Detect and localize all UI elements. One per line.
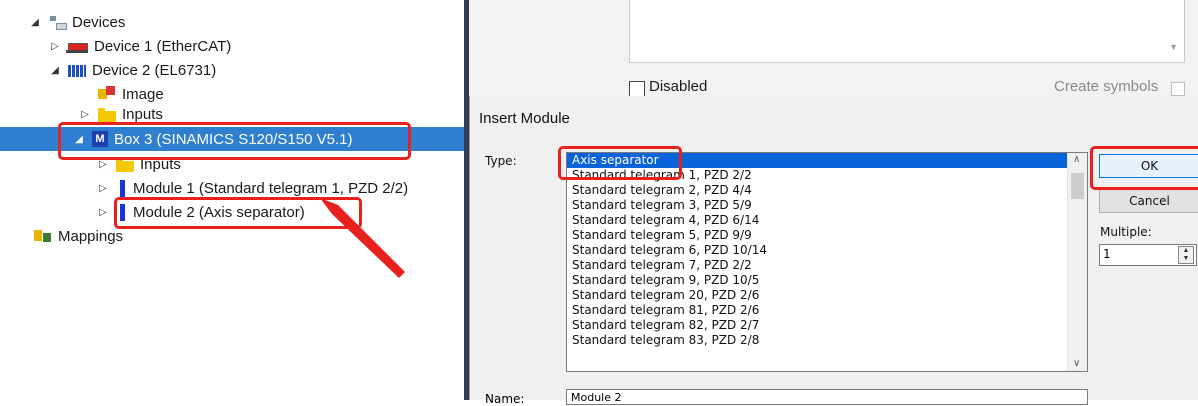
- module-icon: [120, 179, 125, 197]
- tree-item-inputs[interactable]: ▷ Inputs: [78, 105, 163, 123]
- name-field[interactable]: Module 2: [566, 389, 1088, 405]
- scroll-down-icon[interactable]: ∨: [1073, 358, 1080, 369]
- mappings-icon: [34, 228, 52, 244]
- list-option[interactable]: Standard telegram 4, PZD 6/14: [567, 213, 1067, 228]
- multiple-value[interactable]: 1: [1103, 247, 1111, 261]
- devices-icon: [48, 14, 67, 30]
- list-option[interactable]: Standard telegram 7, PZD 2/2: [567, 258, 1067, 273]
- stepper-arrows-icon[interactable]: ▲ ▼: [1178, 246, 1194, 264]
- box-icon: M: [92, 131, 108, 147]
- collapse-arrow-icon[interactable]: ◢: [28, 17, 42, 28]
- profibus-device-icon: [68, 65, 86, 77]
- scrollbar-thumb[interactable]: [1071, 173, 1084, 199]
- tree-item-module2[interactable]: ▷ Module 2 (Axis separator): [96, 201, 305, 223]
- module-type-listbox[interactable]: Axis separator Standard telegram 1, PZD 2…: [566, 152, 1088, 372]
- module-icon: [120, 203, 125, 221]
- name-value[interactable]: Module 2: [571, 391, 622, 404]
- scroll-down-icon[interactable]: ▼: [1169, 42, 1178, 52]
- solution-tree: ◢ Devices ▷ Device 1 (EtherCAT) ◢ Device…: [0, 0, 464, 400]
- properties-panel: ▼ Disabled Create symbols: [469, 0, 1198, 97]
- cancel-button[interactable]: Cancel: [1099, 189, 1198, 213]
- folder-icon: [98, 107, 116, 122]
- tree-item-label: Module 1 (Standard telegram 1, PZD 2/2): [133, 179, 409, 197]
- module-type-options: Axis separator Standard telegram 1, PZD 2…: [567, 153, 1067, 348]
- tree-item-device2[interactable]: ◢ Device 2 (EL6731): [48, 59, 216, 81]
- tree-item-label: Image: [122, 85, 164, 103]
- type-label: Type:: [485, 154, 517, 168]
- comment-textarea[interactable]: ▼: [629, 0, 1185, 63]
- collapse-arrow-icon[interactable]: ◢: [48, 65, 62, 76]
- list-option[interactable]: Standard telegram 83, PZD 2/8: [567, 333, 1067, 348]
- tree-item-label: Mappings: [58, 227, 124, 245]
- ethercat-device-icon: [66, 43, 88, 53]
- image-icon: [98, 86, 116, 102]
- expand-arrow-icon[interactable]: ▷: [96, 183, 110, 194]
- tree-item-label: Inputs: [122, 105, 163, 123]
- tree-item-label: Inputs: [140, 155, 181, 173]
- tree-item-label: Device 1 (EtherCAT): [94, 37, 232, 55]
- list-option[interactable]: Standard telegram 3, PZD 5/9: [567, 198, 1067, 213]
- list-option[interactable]: Standard telegram 81, PZD 2/6: [567, 303, 1067, 318]
- ok-button[interactable]: OK: [1099, 154, 1198, 178]
- list-option[interactable]: Standard telegram 82, PZD 2/7: [567, 318, 1067, 333]
- insert-module-dialog: Insert Module Type: Axis separator Standa…: [469, 96, 1198, 406]
- disabled-checkbox[interactable]: [629, 81, 645, 97]
- name-label: Name:: [485, 392, 525, 406]
- disabled-label: Disabled: [649, 78, 708, 95]
- create-symbols-label: Create symbols: [1054, 78, 1159, 95]
- list-option[interactable]: Standard telegram 6, PZD 10/14: [567, 243, 1067, 258]
- tree-item-module1[interactable]: ▷ Module 1 (Standard telegram 1, PZD 2/2…: [96, 177, 408, 199]
- list-option[interactable]: Standard telegram 9, PZD 10/5: [567, 273, 1067, 288]
- tree-item-label: Devices: [72, 13, 126, 31]
- listbox-scrollbar[interactable]: ∧ ∨: [1067, 153, 1087, 371]
- list-option[interactable]: Standard telegram 20, PZD 2/6: [567, 288, 1067, 303]
- tree-item-mappings[interactable]: Mappings: [34, 225, 123, 247]
- expand-arrow-icon[interactable]: ▷: [48, 41, 62, 52]
- expand-arrow-icon[interactable]: ▷: [96, 159, 110, 170]
- tree-item-box3-inputs[interactable]: ▷ Inputs: [96, 153, 181, 175]
- tree-item-label: Device 2 (EL6731): [92, 61, 217, 79]
- create-symbols-checkbox[interactable]: [1171, 82, 1185, 96]
- list-option[interactable]: Standard telegram 5, PZD 9/9: [567, 228, 1067, 243]
- tree-item-label: Module 2 (Axis separator): [133, 203, 305, 221]
- expand-arrow-icon[interactable]: ▷: [96, 207, 110, 218]
- tree-item-devices[interactable]: ◢ Devices: [28, 11, 125, 33]
- dialog-title: Insert Module: [479, 110, 570, 127]
- list-option[interactable]: Standard telegram 1, PZD 2/2: [567, 168, 1067, 183]
- tree-item-image[interactable]: Image: [78, 83, 164, 105]
- folder-icon: [116, 157, 134, 172]
- scroll-up-icon[interactable]: ∧: [1073, 154, 1080, 165]
- multiple-label: Multiple:: [1100, 225, 1152, 239]
- list-option[interactable]: Standard telegram 2, PZD 4/4: [567, 183, 1067, 198]
- tree-item-label: Box 3 (SINAMICS S120/S150 V5.1): [114, 130, 353, 148]
- tree-item-box3[interactable]: ◢ M Box 3 (SINAMICS S120/S150 V5.1): [72, 128, 352, 150]
- list-option[interactable]: Axis separator: [567, 153, 1067, 168]
- tree-item-device1[interactable]: ▷ Device 1 (EtherCAT): [48, 35, 231, 57]
- collapse-arrow-icon[interactable]: ◢: [72, 134, 86, 145]
- multiple-stepper[interactable]: 1 ▲ ▼: [1099, 244, 1197, 266]
- expand-arrow-icon[interactable]: ▷: [78, 109, 92, 120]
